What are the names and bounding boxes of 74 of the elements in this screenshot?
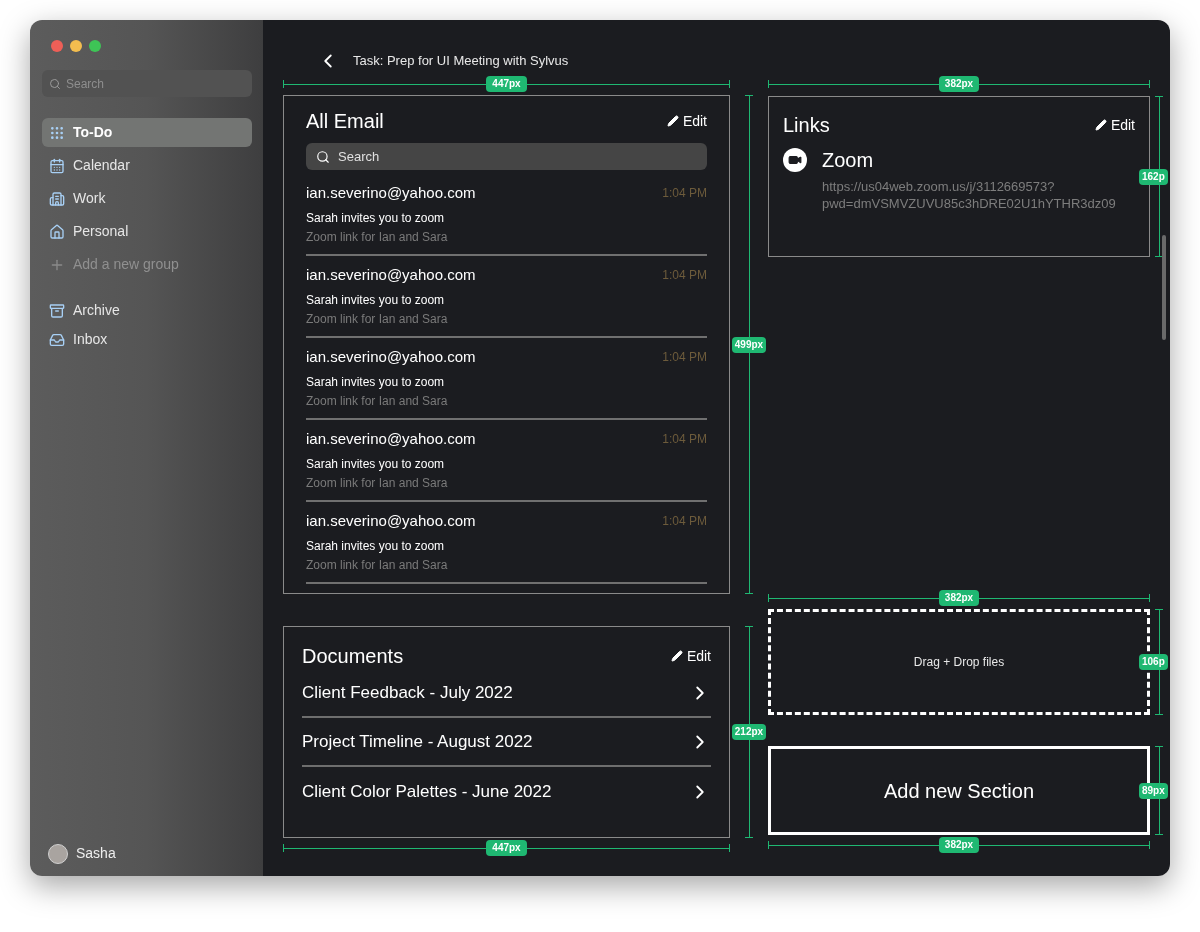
search-field[interactable]: Search <box>306 143 707 170</box>
sidebar-item[interactable]: Inbox <box>42 325 252 354</box>
email-subject: Sarah invites you to zoom <box>306 456 446 472</box>
email-item[interactable]: ian.severino@yahoo.com 1:04 PM Sarah invites you to zoom Zoom link for Ian and Sara <box>306 420 707 502</box>
edit-button[interactable]: Edit <box>670 645 711 667</box>
task-title: Task: Prep for UI Meeting with Sylvus <box>353 52 569 71</box>
edit-button[interactable]: Edit <box>666 110 707 132</box>
measurement-label: 382px <box>938 590 980 606</box>
email-item[interactable]: ian.severino@yahoo.com 1:04 PM Sarah invites you to zoom Zoom link for Ian and Sara <box>306 502 707 584</box>
email-time: 1:04 PM <box>662 267 707 284</box>
grid-icon <box>49 124 65 141</box>
email-preview: Zoom link for Ian and Sara <box>306 393 449 409</box>
user-name: Sasha <box>76 844 116 863</box>
measurement-label: 106p <box>1139 654 1168 670</box>
sidebar-item[interactable]: Work <box>42 184 252 213</box>
archive-icon <box>49 302 65 319</box>
email-time: 1:04 PM <box>662 431 707 448</box>
email-item[interactable]: ian.severino@yahoo.com 1:04 PM Sarah invites you to zoom Zoom link for Ian and Sara <box>306 256 707 338</box>
document-item[interactable]: Client Feedback - July 2022 <box>302 669 711 718</box>
measurement-label: 447px <box>486 76 527 92</box>
pencil-icon <box>666 115 679 127</box>
building-icon <box>49 190 65 207</box>
email-preview: Zoom link for Ian and Sara <box>306 557 449 573</box>
email-time: 1:04 PM <box>662 349 707 366</box>
email-preview: Zoom link for Ian and Sara <box>306 475 449 491</box>
measurement-label: 499px <box>731 336 767 353</box>
link-url[interactable]: https://us04web.zoom.us/j/3112669573? pwd=dmVSMVZUVU85c3hDRE02U1hYTHR3dz09 <box>822 178 1116 212</box>
email-preview: Zoom link for Ian and Sara <box>306 311 449 327</box>
close-button[interactable] <box>51 40 63 52</box>
search-field[interactable]: Search <box>42 70 252 97</box>
drop-zone-label: Drag + Drop files <box>913 654 1005 671</box>
panel-title: Documents <box>302 644 404 669</box>
email-subject: Sarah invites you to zoom <box>306 292 446 308</box>
panel-title: Links <box>783 113 830 138</box>
email-sender: ian.severino@yahoo.com <box>306 512 476 530</box>
search-icon <box>49 78 61 90</box>
email-sender: ian.severino@yahoo.com <box>306 430 476 448</box>
pencil-icon <box>670 650 683 662</box>
zoom-button[interactable] <box>89 40 101 52</box>
email-time: 1:04 PM <box>662 185 707 202</box>
document-item[interactable]: Project Timeline - August 2022 <box>302 718 711 767</box>
email-sender: ian.severino@yahoo.com <box>306 348 476 366</box>
email-subject: Sarah invites you to zoom <box>306 374 446 390</box>
pencil-icon <box>1094 119 1107 131</box>
document-item[interactable]: Client Color Palettes - June 2022 <box>302 767 711 816</box>
sidebar-item[interactable]: Calendar <box>42 151 252 180</box>
measurement-label: 162p <box>1139 168 1168 185</box>
house-icon <box>49 223 65 240</box>
email-sender: ian.severino@yahoo.com <box>306 266 476 284</box>
email-item[interactable]: ian.severino@yahoo.com 1:04 PM Sarah invites you to zoom Zoom link for Ian and Sara <box>306 338 707 420</box>
measurement-label: 447px <box>486 840 527 856</box>
inbox-icon <box>49 331 65 348</box>
minimize-button[interactable] <box>70 40 82 52</box>
email-time: 1:04 PM <box>662 513 707 530</box>
calendar-icon <box>49 157 65 174</box>
email-subject: Sarah invites you to zoom <box>306 210 446 226</box>
sidebar-item[interactable]: To-Do <box>42 118 252 147</box>
email-subject: Sarah invites you to zoom <box>306 538 446 554</box>
scrollbar[interactable] <box>1162 235 1166 340</box>
link-name[interactable]: Zoom <box>822 146 1116 174</box>
avatar[interactable] <box>48 843 68 864</box>
measurement-label: 382px <box>938 76 980 92</box>
panel-title: All Email <box>306 109 384 134</box>
measurement-label: 89px <box>1139 782 1168 799</box>
video-camera-icon <box>783 148 807 172</box>
measurement-label: 212px <box>731 724 767 740</box>
email-preview: Zoom link for Ian and Sara <box>306 229 449 245</box>
sidebar-item[interactable]: Personal <box>42 217 252 246</box>
email-item[interactable]: ian.severino@yahoo.com 1:04 PM Sarah invites you to zoom Zoom link for Ian and Sara <box>306 174 707 256</box>
search-icon <box>316 150 330 164</box>
measurement-label: 382px <box>938 837 980 853</box>
edit-button[interactable]: Edit <box>1094 114 1135 136</box>
email-sender: ian.severino@yahoo.com <box>306 184 476 202</box>
sidebar-item[interactable]: Archive <box>42 296 252 325</box>
